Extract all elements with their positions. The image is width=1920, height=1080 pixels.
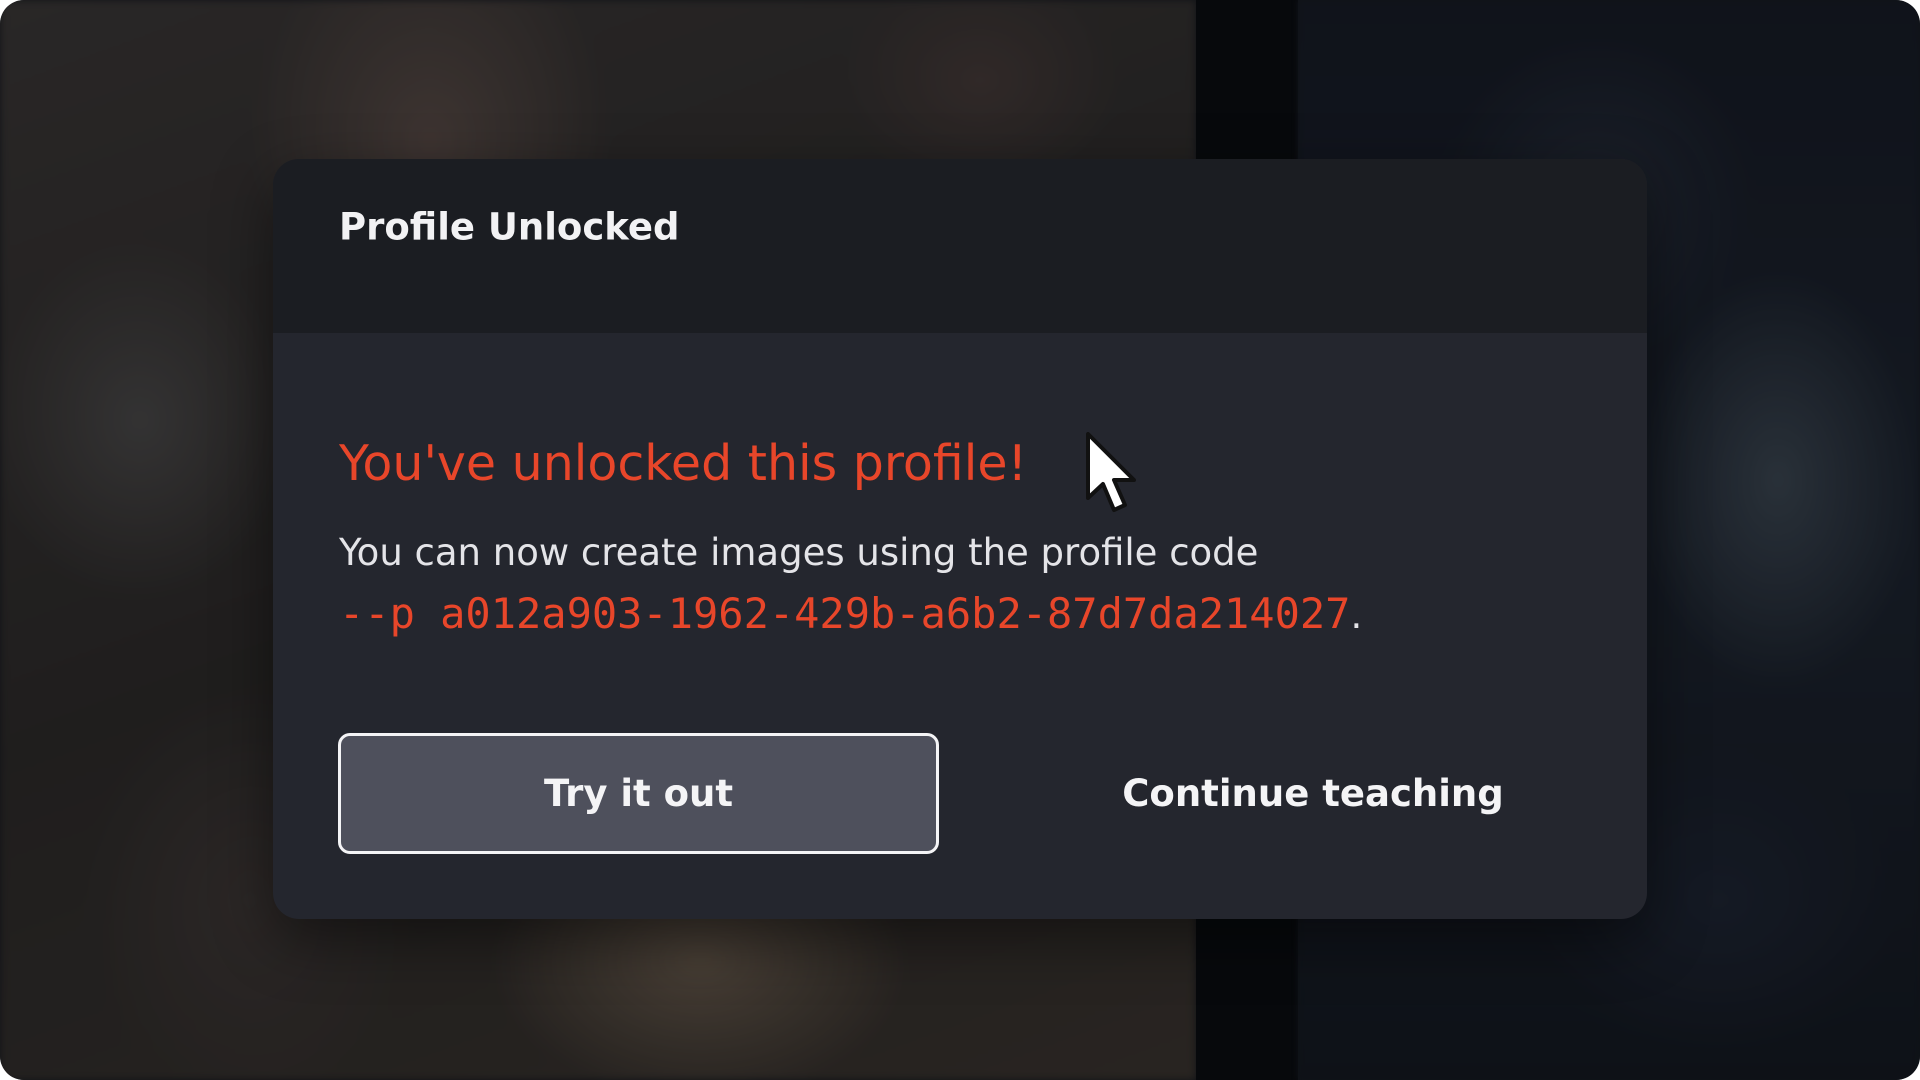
- screen: Profile Unlocked You've unlocked this pr…: [0, 0, 1920, 1080]
- mouse-pointer-icon: [1086, 432, 1136, 512]
- dialog-title: Profile Unlocked: [339, 205, 680, 249]
- profile-code-line: --p a012a903-1962-429b-a6b2-87d7da214027…: [339, 589, 1362, 638]
- try-it-out-button[interactable]: Try it out: [338, 733, 939, 854]
- profile-code: --p a012a903-1962-429b-a6b2-87d7da214027: [339, 589, 1351, 638]
- profile-unlocked-dialog: Profile Unlocked You've unlocked this pr…: [273, 159, 1647, 919]
- profile-code-period: .: [1350, 594, 1363, 637]
- dialog-body-text: You can now create images using the prof…: [339, 531, 1259, 574]
- continue-teaching-button[interactable]: Continue teaching: [1053, 733, 1573, 854]
- unlocked-headline: You've unlocked this profile!: [339, 435, 1028, 492]
